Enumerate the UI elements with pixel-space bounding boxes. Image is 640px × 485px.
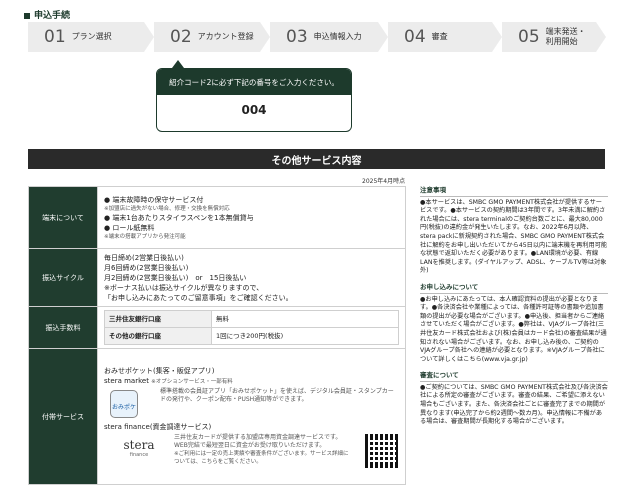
list-item: ● 端末故障時の保守サービス付 [104,195,204,204]
list-item: ● 端末1台あたりスタイラスペンを1本無償貸与 [104,213,254,222]
cycle-line: 月2回締め(2営業日後払い) or 15日後払い [104,273,247,282]
addon-title: stera finance(資金調達サービス) [104,422,212,431]
omise-pocket-app-icon: おみポケ [110,389,138,418]
step-number: 02 [170,27,192,47]
addon-title: おみせポケット(集客・販促アプリ) [104,366,215,375]
row-body-terminal: ● 端末故障時の保守サービス付 ※加盟店に過失がない場合、修理・交換を無償対応 … [97,186,406,249]
step-label-line1: 端末発送・ [545,27,586,36]
row-body-fee: 三井住友銀行口座 無料 その他の銀行口座 1回につき200円(税抜) [97,306,406,349]
addon-subtitle: stera market [104,376,149,385]
row-body-addon: おみせポケット(集客・販促アプリ) stera market ※オプションサービ… [97,348,406,485]
row-head-addon: 付帯サービス [28,348,98,485]
notes-text: ●お申し込みにあたっては、本人確認資料の提出が必要となります。●各決済会社や業種… [420,295,607,363]
step-4: 04 審査 [388,22,492,52]
step-arrow [492,22,502,52]
procedure-header: 申込手続 [24,8,70,21]
cycle-line: 「お申し込みにあたってのご留意事項」をご確認ください。 [104,293,293,302]
service-table: 端末について ● 端末故障時の保守サービス付 ※加盟店に過失がない場合、修理・交… [28,186,406,485]
fee-value: 1回につき200円(税抜) [211,327,399,345]
addon-description: 標準搭載の会員証アプリ「おみせポケット」を使えば、デジタル会員証・スタンプカード… [160,387,394,403]
step-arrow [260,22,270,52]
list-note: ※端末の搭載アプリから発注可能 [104,233,186,240]
step-label: 申込情報入力 [313,32,362,41]
procedure-title: 申込手続 [34,11,71,21]
notes-text: ●ご契約については、SMBC GMO PAYMENT株式会社及び各決済会社による… [420,383,608,426]
addon-note: ※ご利用には一定の売上実績や審査条件がございます。サービス詳細については、こちら… [174,450,349,465]
step-arrow [378,22,388,52]
step-5: 05 端末発送・ 利用開始 [502,22,596,52]
fee-row: 三井住友銀行口座 無料 [104,310,399,328]
step-label: プラン選択 [71,32,112,41]
list-item: ● ロール紙無料 [104,223,155,232]
table-row: 振込サイクル 毎日締め(2営業日後払い) 月6回締め(2営業日後払い) 月2回締… [28,248,406,307]
cycle-line: ※ボーナス払いは振込サイクルが異なりますので、 [104,283,264,292]
square-bullet-icon [24,12,30,19]
cycle-line: 毎日締め(2営業日後払い) [104,253,184,262]
bank-name: 三井住友銀行口座 [104,310,212,328]
qr-code-icon[interactable] [365,433,399,468]
notes-heading: 注意事項 [420,186,608,197]
fee-table: 三井住友銀行口座 無料 その他の銀行口座 1回につき200円(税抜) [104,310,399,345]
step-number: 03 [286,27,308,47]
step-number: 05 [518,27,540,47]
step-number: 01 [44,27,66,47]
callout-pointer [172,60,184,68]
cycle-line: 月6回締め(2営業日後払い) [104,263,189,272]
step-label: 審査 [431,32,448,41]
addon-description: 三井住友カードが提供する加盟店専用資金調達サービスです。WEB完結で最短翌日に資… [174,433,342,449]
row-head-cycle: 振込サイクル [28,248,98,307]
notes-heading: 審査について [420,371,608,382]
callout-instruction: 紹介コード2に必ず下記の番号をご入力ください。 [157,69,351,95]
step-number: 04 [404,27,426,47]
addon-note: ※オプションサービス・一部有料 [151,378,233,385]
row-head-fee: 振込手数料 [28,306,98,349]
row-head-terminal: 端末について [28,186,98,249]
step-label-line2: 利用開始 [545,37,578,46]
step-2: 02 アカウント登録 [154,22,260,52]
addon-block: おみポケ 標準搭載の会員証アプリ「おみせポケット」を使えば、デジタル会員証・スタ… [104,388,399,418]
table-row: 端末について ● 端末故障時の保守サービス付 ※加盟店に過失がない場合、修理・交… [28,186,406,249]
referral-code-callout: 紹介コード2に必ず下記の番号をご入力ください。 004 [156,68,352,132]
fee-row: その他の銀行口座 1回につき200円(税抜) [104,327,399,345]
bank-name: その他の銀行口座 [104,327,212,345]
table-row: 振込手数料 三井住友銀行口座 無料 その他の銀行口座 1回につき200円(税抜) [28,306,406,349]
row-body-cycle: 毎日締め(2営業日後払い) 月6回締め(2営業日後払い) 月2回締め(2営業日後… [97,248,406,307]
step-arrow [596,22,606,52]
stera-finance-logo: stera finance [123,437,155,458]
as-of-date: 2025年4月時点 [362,178,406,185]
referral-code: 004 [241,103,267,117]
notes-text: ●本サービスは、SMBC GMO PAYMENT株式会社が提供するサービスです。… [420,198,608,275]
table-row: 付帯サービス おみせポケット(集客・販促アプリ) stera market ※オ… [28,348,406,485]
list-note: ※加盟店に過失がない場合、修理・交換を無償対応 [104,205,230,212]
step-progress-bar: 01 プラン選択 02 アカウント登録 03 申込情報入力 04 審査 05 端末発送・利… [28,22,606,52]
section-title-bar: その他サービス内容 [28,149,605,169]
step-arrow [144,22,154,52]
addon-block: stera finance 三井住友カードが提供する加盟店専用資金調達サービスです… [104,433,399,468]
step-1: 01 プラン選択 [28,22,144,52]
step-3: 03 申込情報入力 [270,22,378,52]
notes-sidebar: 注意事項 ●本サービスは、SMBC GMO PAYMENT株式会社が提供するサー… [420,186,608,434]
fee-value: 無料 [211,310,399,328]
step-label: アカウント登録 [197,32,254,41]
notes-heading: お申し込みについて [420,283,608,294]
